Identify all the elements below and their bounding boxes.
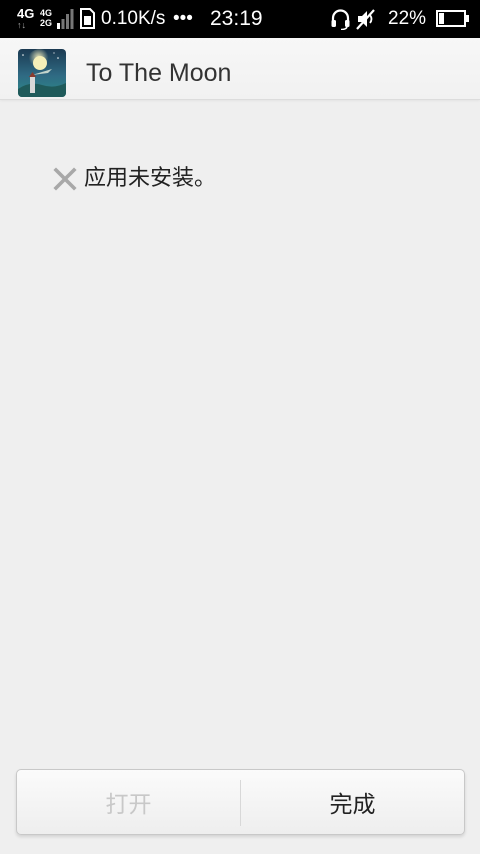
signal-icon (57, 9, 74, 29)
network-type-secondary: 4G 2G (40, 8, 52, 28)
sim-card-icon (80, 8, 95, 29)
data-activity-arrows: ↑↓ (17, 20, 26, 30)
app-title: To The Moon (86, 59, 232, 87)
network-type-primary: 4G (17, 6, 35, 21)
status-bar: 4G ↑↓ 4G 2G 0.10K/s ••• 23:19 22% (0, 0, 480, 38)
network-speed: 0.10K/s (101, 8, 166, 29)
result-message: 应用未安装。 (84, 166, 217, 191)
action-button-group: 打开 完成 (16, 769, 465, 835)
done-button[interactable]: 完成 (241, 770, 464, 834)
mute-icon (356, 9, 375, 30)
app-icon (18, 49, 66, 97)
more-notifications-icon: ••• (173, 8, 193, 29)
open-button[interactable]: 打开 (17, 770, 240, 834)
network-type-secondary-top: 4G (40, 8, 53, 18)
clock: 23:19 (210, 7, 263, 30)
battery-icon (436, 10, 469, 27)
battery-percent: 22% (388, 8, 427, 29)
fail-icon (53, 167, 77, 191)
app-header: To The Moon (0, 38, 480, 100)
headset-icon (331, 9, 350, 30)
network-type-secondary-bottom: 2G (40, 18, 53, 28)
installer-screen: 4G ↑↓ 4G 2G 0.10K/s ••• 23:19 22% To The… (0, 0, 480, 854)
